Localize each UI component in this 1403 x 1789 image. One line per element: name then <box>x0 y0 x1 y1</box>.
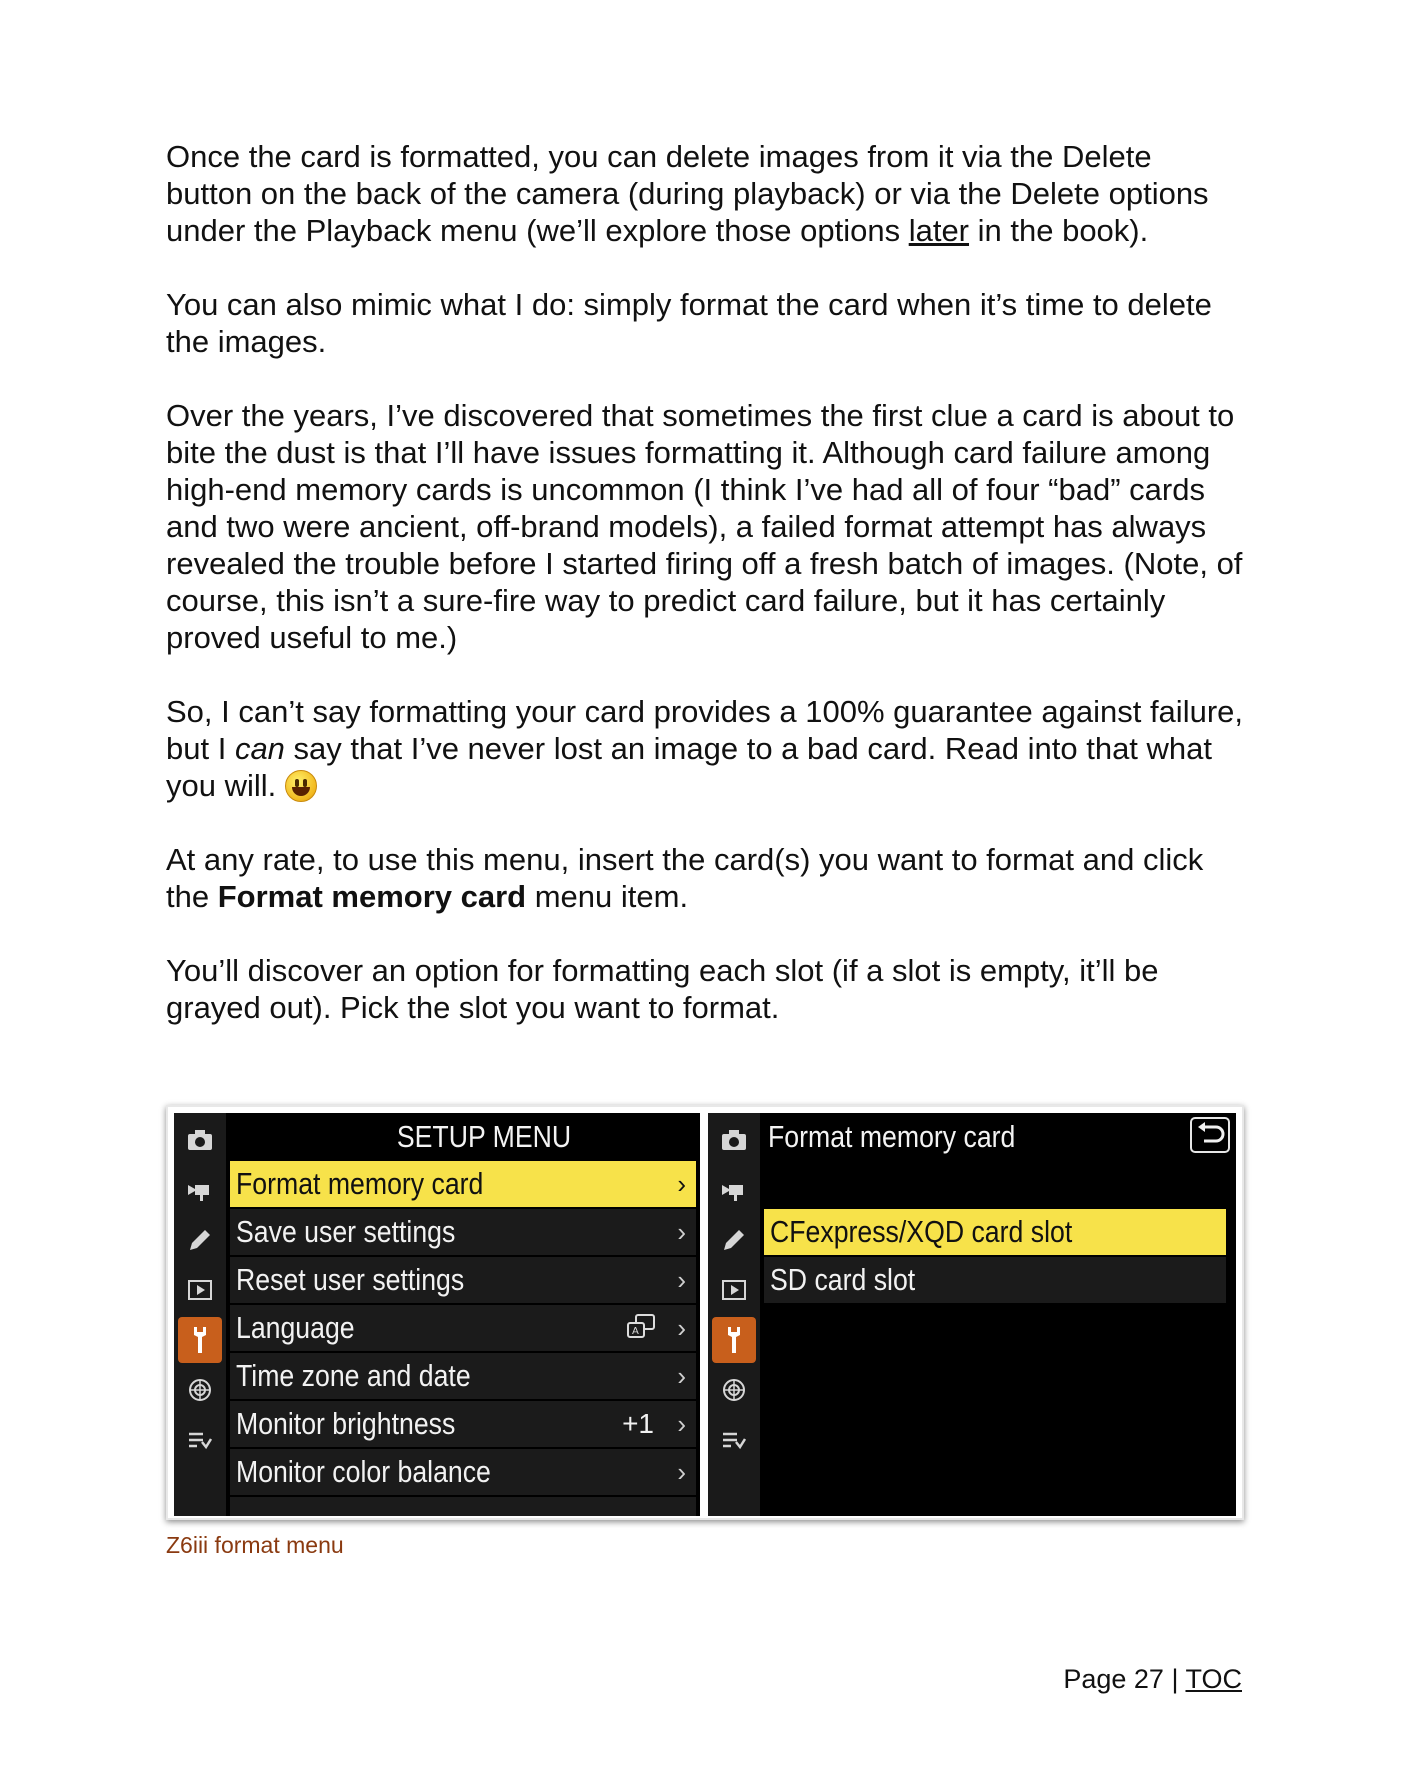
movie-icon[interactable] <box>178 1167 222 1213</box>
camera-icon[interactable] <box>712 1117 756 1163</box>
menu-item-label: Reset user settings <box>236 1262 465 1297</box>
camera-icon[interactable] <box>178 1117 222 1163</box>
menu-item-label: CFexpress/XQD card slot <box>770 1214 1073 1249</box>
my-menu-icon[interactable] <box>712 1417 756 1463</box>
format-memory-card-screen: Format memory card CFexpress/XQD card sl… <box>708 1113 1236 1516</box>
chevron-right-icon: › <box>677 1313 686 1343</box>
my-menu-icon[interactable] <box>178 1417 222 1463</box>
paragraph-4-text-b: say that I’ve never lost an image to a b… <box>166 731 1213 803</box>
format-menu-screenshot: SETUP MENU Format memory card › Save use… <box>166 1105 1244 1520</box>
wrench-icon[interactable] <box>178 1317 222 1363</box>
paragraph-5-text-b: menu item. <box>526 879 689 914</box>
menu-item-format-memory-card[interactable]: Format memory card › <box>230 1161 696 1207</box>
menu-item-cfexpress-xqd-slot[interactable]: CFexpress/XQD card slot <box>764 1209 1226 1255</box>
paragraph-5-bold: Format memory card <box>217 879 527 914</box>
menu-tab-rail <box>708 1113 760 1516</box>
language-icon: A <box>627 1314 655 1338</box>
menu-item-label: Monitor brightness <box>236 1406 456 1441</box>
later-link[interactable]: later <box>909 213 969 248</box>
wrench-icon[interactable] <box>712 1317 756 1363</box>
paragraph-4-emphasis: can <box>234 731 285 766</box>
menu-item-label: Time zone and date <box>236 1358 471 1393</box>
back-button[interactable] <box>1190 1117 1230 1153</box>
menu-item-reset-user-settings[interactable]: Reset user settings › <box>230 1257 696 1303</box>
chevron-right-icon: › <box>677 1457 686 1487</box>
playback-icon[interactable] <box>712 1267 756 1313</box>
toc-link[interactable]: TOC <box>1185 1664 1242 1694</box>
menu-item-cut-off[interactable] <box>230 1497 696 1516</box>
paragraph-1-text-b: in the book). <box>969 213 1149 248</box>
menu-item-sd-card-slot[interactable]: SD card slot <box>764 1257 1226 1303</box>
menu-item-label: Format memory card <box>236 1166 484 1201</box>
setup-menu-title: SETUP MENU <box>396 1119 572 1154</box>
movie-icon[interactable] <box>712 1167 756 1213</box>
return-arrow-icon <box>1198 1122 1225 1143</box>
setup-menu-screen: SETUP MENU Format memory card › Save use… <box>174 1113 700 1516</box>
paragraph-3: Over the years, I’ve discovered that som… <box>166 398 1243 655</box>
chevron-right-icon: › <box>677 1169 686 1199</box>
page-footer: Page 27 | TOC <box>1063 1664 1242 1695</box>
chevron-right-icon: › <box>677 1265 686 1295</box>
paragraph-6: You’ll discover an option for formatting… <box>166 953 1159 1025</box>
pencil-icon[interactable] <box>178 1217 222 1263</box>
paragraph-2: You can also mimic what I do: simply for… <box>166 287 1212 359</box>
network-icon[interactable] <box>712 1367 756 1413</box>
menu-item-label: Save user settings <box>236 1214 456 1249</box>
page-number: Page 27 | <box>1063 1664 1186 1694</box>
playback-icon[interactable] <box>178 1267 222 1313</box>
smiley-emoji-icon <box>284 770 317 802</box>
menu-item-label: Monitor color balance <box>236 1454 491 1489</box>
network-icon[interactable] <box>178 1367 222 1413</box>
menu-item-monitor-color-balance[interactable]: Monitor color balance › <box>230 1449 696 1495</box>
menu-item-label: SD card slot <box>770 1262 916 1297</box>
menu-tab-rail <box>174 1113 226 1516</box>
format-memory-card-title: Format memory card <box>768 1119 1016 1154</box>
paragraph-5: At any rate, to use this menu, insert th… <box>166 841 1246 915</box>
paragraph-1: Once the card is formatted, you can dele… <box>166 138 1246 249</box>
menu-item-language[interactable]: Language A › <box>230 1305 696 1351</box>
chevron-right-icon: › <box>677 1217 686 1247</box>
menu-item-monitor-brightness[interactable]: Monitor brightness +1 › <box>230 1401 696 1447</box>
pencil-icon[interactable] <box>712 1217 756 1263</box>
figure-caption: Z6iii format menu <box>166 1532 344 1558</box>
menu-item-time-zone-and-date[interactable]: Time zone and date › <box>230 1353 696 1399</box>
body-text: Once the card is formatted, you can dele… <box>166 138 1246 1063</box>
paragraph-4: So, I can’t say formatting your card pro… <box>166 693 1246 804</box>
svg-text:A: A <box>632 1326 639 1337</box>
menu-item-label: Language <box>236 1310 355 1345</box>
chevron-right-icon: › <box>677 1409 686 1439</box>
menu-item-save-user-settings[interactable]: Save user settings › <box>230 1209 696 1255</box>
brightness-value: +1 <box>622 1408 654 1439</box>
chevron-right-icon: › <box>677 1361 686 1391</box>
